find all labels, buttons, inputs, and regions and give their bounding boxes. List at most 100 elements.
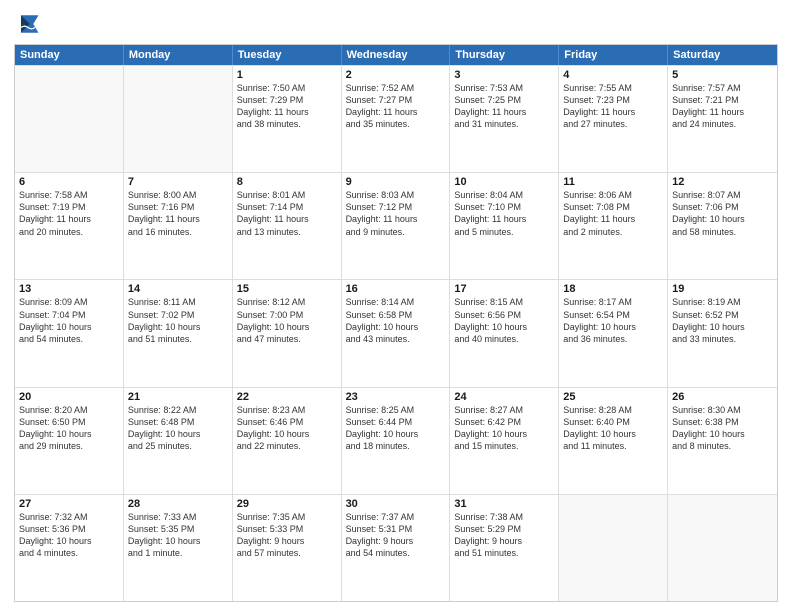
cal-cell-r3c1: 21Sunrise: 8:22 AMSunset: 6:48 PMDayligh… [124,388,233,494]
day-number: 2 [346,69,446,81]
cell-line: and 47 minutes. [237,333,337,345]
day-number: 8 [237,176,337,188]
cell-line: Sunrise: 8:06 AM [563,189,663,201]
cell-line: Daylight: 11 hours [237,213,337,225]
cell-line: Daylight: 10 hours [237,321,337,333]
cell-line: Sunrise: 8:04 AM [454,189,554,201]
page: SundayMondayTuesdayWednesdayThursdayFrid… [0,0,792,612]
cell-line: Sunrise: 8:07 AM [672,189,773,201]
day-number: 1 [237,69,337,81]
day-number: 25 [563,391,663,403]
cell-line: Daylight: 11 hours [454,106,554,118]
cell-line: Daylight: 11 hours [346,213,446,225]
cal-cell-r0c3: 2Sunrise: 7:52 AMSunset: 7:27 PMDaylight… [342,66,451,172]
cell-line: Sunrise: 8:03 AM [346,189,446,201]
day-number: 28 [128,498,228,510]
cell-line: Sunrise: 8:01 AM [237,189,337,201]
cell-line: Daylight: 10 hours [19,428,119,440]
cell-line: Sunrise: 8:15 AM [454,296,554,308]
cell-line: and 40 minutes. [454,333,554,345]
day-number: 31 [454,498,554,510]
cal-cell-r0c5: 4Sunrise: 7:55 AMSunset: 7:23 PMDaylight… [559,66,668,172]
cal-cell-r3c6: 26Sunrise: 8:30 AMSunset: 6:38 PMDayligh… [668,388,777,494]
cell-line: Daylight: 10 hours [19,535,119,547]
cal-cell-r0c2: 1Sunrise: 7:50 AMSunset: 7:29 PMDaylight… [233,66,342,172]
cell-line: and 9 minutes. [346,226,446,238]
cell-line: Sunset: 7:08 PM [563,201,663,213]
cell-line: Sunset: 6:50 PM [19,416,119,428]
cell-line: Sunset: 6:54 PM [563,309,663,321]
cell-line: Daylight: 10 hours [346,428,446,440]
cell-line: and 31 minutes. [454,118,554,130]
cal-cell-r2c4: 17Sunrise: 8:15 AMSunset: 6:56 PMDayligh… [450,280,559,386]
cell-line: and 58 minutes. [672,226,773,238]
header-day-wednesday: Wednesday [342,45,451,65]
cell-line: and 51 minutes. [128,333,228,345]
cell-line: and 25 minutes. [128,440,228,452]
cell-line: Sunset: 5:29 PM [454,523,554,535]
cell-line: Daylight: 11 hours [563,213,663,225]
cell-line: Daylight: 10 hours [563,428,663,440]
day-number: 26 [672,391,773,403]
cell-line: Sunrise: 7:37 AM [346,511,446,523]
cell-line: Sunrise: 8:14 AM [346,296,446,308]
cell-line: Daylight: 10 hours [19,321,119,333]
cell-line: Sunrise: 8:20 AM [19,404,119,416]
cell-line: Sunset: 5:31 PM [346,523,446,535]
cell-line: Sunrise: 7:38 AM [454,511,554,523]
cell-line: Sunset: 6:52 PM [672,309,773,321]
cell-line: and 13 minutes. [237,226,337,238]
day-number: 4 [563,69,663,81]
cell-line: Daylight: 11 hours [563,106,663,118]
day-number: 7 [128,176,228,188]
cal-cell-r4c4: 31Sunrise: 7:38 AMSunset: 5:29 PMDayligh… [450,495,559,601]
cell-line: Sunrise: 7:35 AM [237,511,337,523]
cell-line: and 54 minutes. [346,547,446,559]
cell-line: Sunrise: 8:23 AM [237,404,337,416]
logo [14,10,46,38]
cal-cell-r2c2: 15Sunrise: 8:12 AMSunset: 7:00 PMDayligh… [233,280,342,386]
cell-line: Sunset: 7:19 PM [19,201,119,213]
day-number: 15 [237,283,337,295]
cell-line: and 57 minutes. [237,547,337,559]
cell-line: Daylight: 10 hours [672,428,773,440]
cell-line: Sunset: 5:33 PM [237,523,337,535]
cal-cell-r0c1 [124,66,233,172]
cell-line: Sunrise: 8:11 AM [128,296,228,308]
cal-cell-r0c0 [15,66,124,172]
cell-line: and 16 minutes. [128,226,228,238]
calendar-row-1: 6Sunrise: 7:58 AMSunset: 7:19 PMDaylight… [15,172,777,279]
cell-line: Sunset: 7:02 PM [128,309,228,321]
cell-line: Sunrise: 8:25 AM [346,404,446,416]
cal-cell-r2c6: 19Sunrise: 8:19 AMSunset: 6:52 PMDayligh… [668,280,777,386]
cal-cell-r3c0: 20Sunrise: 8:20 AMSunset: 6:50 PMDayligh… [15,388,124,494]
day-number: 12 [672,176,773,188]
calendar-row-3: 20Sunrise: 8:20 AMSunset: 6:50 PMDayligh… [15,387,777,494]
day-number: 11 [563,176,663,188]
day-number: 13 [19,283,119,295]
cell-line: Daylight: 10 hours [454,428,554,440]
calendar-header: SundayMondayTuesdayWednesdayThursdayFrid… [15,45,777,65]
cell-line: Daylight: 11 hours [19,213,119,225]
cell-line: Daylight: 10 hours [128,535,228,547]
cell-line: Daylight: 9 hours [454,535,554,547]
cell-line: Sunrise: 7:52 AM [346,82,446,94]
cell-line: Sunrise: 7:33 AM [128,511,228,523]
cal-cell-r1c0: 6Sunrise: 7:58 AMSunset: 7:19 PMDaylight… [15,173,124,279]
cal-cell-r0c6: 5Sunrise: 7:57 AMSunset: 7:21 PMDaylight… [668,66,777,172]
cell-line: Sunset: 7:00 PM [237,309,337,321]
calendar-row-0: 1Sunrise: 7:50 AMSunset: 7:29 PMDaylight… [15,65,777,172]
cell-line: and 4 minutes. [19,547,119,559]
day-number: 10 [454,176,554,188]
cell-line: and 18 minutes. [346,440,446,452]
cell-line: and 24 minutes. [672,118,773,130]
header-day-monday: Monday [124,45,233,65]
cell-line: and 38 minutes. [237,118,337,130]
cell-line: and 35 minutes. [346,118,446,130]
cell-line: and 20 minutes. [19,226,119,238]
day-number: 19 [672,283,773,295]
cell-line: Sunset: 7:25 PM [454,94,554,106]
cell-line: Daylight: 10 hours [128,321,228,333]
cell-line: Daylight: 11 hours [237,106,337,118]
cell-line: Sunset: 7:04 PM [19,309,119,321]
